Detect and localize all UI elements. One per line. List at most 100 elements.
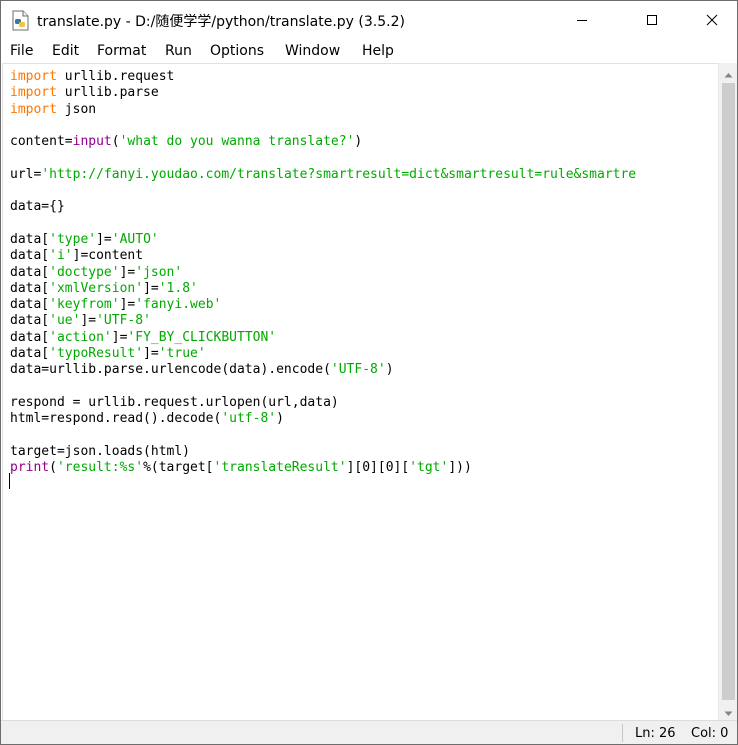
minimize-icon [576, 11, 588, 30]
code-token: import [10, 85, 57, 101]
minimize-button[interactable] [559, 1, 605, 39]
code-token: print [10, 460, 50, 476]
code-token: data=urllib.parse.urlencode(data).encode… [10, 362, 331, 378]
code-line[interactable]: url='http://fanyi.youdao.com/translate?s… [10, 167, 636, 183]
code-line[interactable]: data['i']=content [10, 248, 636, 264]
code-line[interactable]: data={} [10, 199, 636, 215]
code-line[interactable]: import urllib.request [10, 69, 636, 85]
code-token: urllib.request [56, 69, 175, 84]
code-token: %(target[ [143, 460, 214, 476]
code-line[interactable]: data['doctype']='json' [10, 265, 636, 281]
code-token: 'translateResult' [213, 460, 347, 476]
code-line[interactable]: target=json.loads(html) [10, 444, 636, 460]
window-title: translate.py - D:/随便学学/python/translate.… [37, 14, 405, 30]
code-token: ) [385, 362, 394, 378]
code-line[interactable]: data['typoResult']='true' [10, 346, 636, 362]
code-token: ])) [448, 460, 472, 476]
code-token: 'AUTO' [111, 231, 159, 247]
code-token: ]= [80, 313, 97, 329]
code-token: 'type' [49, 231, 97, 247]
code-token: urllib.parse [56, 85, 159, 101]
code-token: 'result:%s' [56, 460, 144, 476]
code-token: '1.8' [158, 280, 198, 296]
code-token: content= [10, 134, 73, 150]
code-token: data[ [10, 346, 50, 362]
code-line[interactable] [10, 379, 636, 395]
menu-run[interactable]: Run [165, 43, 192, 59]
code-line[interactable] [10, 118, 636, 134]
scroll-down-button[interactable] [719, 702, 737, 721]
code-token: html=respond.read().decode( [10, 411, 222, 427]
code-line[interactable] [10, 428, 636, 444]
code-token: data[ [10, 280, 50, 296]
code-token: ) [354, 134, 363, 150]
code-token: 'xmlVersion' [49, 280, 144, 296]
code-token: ]= [143, 280, 159, 296]
code-token: 'UTF-8' [96, 313, 151, 329]
code-line[interactable]: data['xmlVersion']='1.8' [10, 281, 636, 297]
code-token: ]= [119, 297, 136, 313]
idle-editor-window: translate.py - D:/随便学学/python/translate.… [0, 0, 738, 745]
code-token: data[ [10, 248, 50, 264]
code-token: data={} [10, 199, 65, 215]
code-token: ]= [111, 329, 128, 345]
code-token: json [56, 101, 97, 117]
code-line[interactable] [10, 150, 636, 166]
arrow-down-icon [724, 702, 733, 721]
code-token: data[ [10, 231, 50, 247]
title-bar[interactable]: translate.py - D:/随便学学/python/translate.… [1, 1, 737, 39]
code-text[interactable]: import urllib.request import urllib.parse… [10, 69, 636, 476]
code-token: input [72, 134, 112, 150]
code-token: import [10, 101, 57, 117]
code-line[interactable] [10, 183, 636, 199]
menu-window[interactable]: Window [285, 43, 340, 59]
code-line[interactable]: data['type']='AUTO' [10, 232, 636, 248]
code-token: data[ [10, 313, 50, 329]
scroll-up-button[interactable] [719, 63, 737, 81]
code-token: 'fanyi.web' [135, 297, 222, 313]
vertical-scrollbar[interactable] [718, 63, 737, 721]
code-token: ]=content [72, 248, 144, 264]
code-token: 'http://fanyi.youdao.com/translate?smart… [41, 166, 637, 182]
code-token: data[ [10, 264, 50, 280]
menu-file[interactable]: File [10, 43, 33, 59]
code-line[interactable] [10, 216, 636, 232]
maximize-button[interactable] [629, 1, 675, 39]
code-token: 'what do you wanna translate?' [119, 134, 355, 150]
code-token: 'ue' [49, 313, 81, 329]
close-icon [706, 11, 718, 30]
close-button[interactable] [689, 1, 735, 39]
code-token: ]= [119, 264, 136, 280]
code-token: 'tgt' [409, 460, 449, 476]
code-token: ( [111, 134, 120, 150]
code-line[interactable]: import json [10, 102, 636, 118]
code-line[interactable]: data['ue']='UTF-8' [10, 313, 636, 329]
menu-options[interactable]: Options [210, 43, 264, 59]
code-line[interactable]: print('result:%s'%(target['translateResu… [10, 460, 636, 476]
code-line[interactable]: content=input('what do you wanna transla… [10, 134, 636, 150]
menu-help[interactable]: Help [362, 43, 394, 59]
code-token: 'UTF-8' [330, 362, 386, 378]
code-line[interactable]: data['action']='FY_BY_CLICKBUTTON' [10, 330, 636, 346]
code-line[interactable]: data['keyfrom']='fanyi.web' [10, 297, 636, 313]
code-line[interactable]: html=respond.read().decode('utf-8') [10, 411, 636, 427]
code-line[interactable]: import urllib.parse [10, 85, 636, 101]
menu-edit[interactable]: Edit [52, 43, 79, 59]
status-bar: Ln: 26 Col: 0 [1, 720, 737, 744]
code-token: 'i' [49, 248, 73, 264]
code-token: ) [276, 411, 284, 427]
code-editor[interactable]: import urllib.request import urllib.parse… [2, 63, 719, 721]
code-token: 'typoResult' [49, 346, 144, 362]
code-token: data[ [10, 297, 50, 313]
code-line[interactable]: data=urllib.parse.urlencode(data).encode… [10, 362, 636, 378]
code-token: ][0][0][ [346, 460, 410, 476]
code-token: 'action' [49, 329, 112, 345]
status-separator [622, 724, 623, 742]
scrollbar-thumb[interactable] [722, 83, 735, 700]
code-token: ( [49, 460, 57, 476]
menu-bar: File Edit Format Run Options Window Help [1, 39, 737, 63]
code-line[interactable]: respond = urllib.request.urlopen(url,dat… [10, 395, 636, 411]
code-token: 'true' [158, 346, 206, 362]
menu-format[interactable]: Format [97, 43, 146, 59]
code-token: target=json.loads(html) [10, 443, 191, 459]
